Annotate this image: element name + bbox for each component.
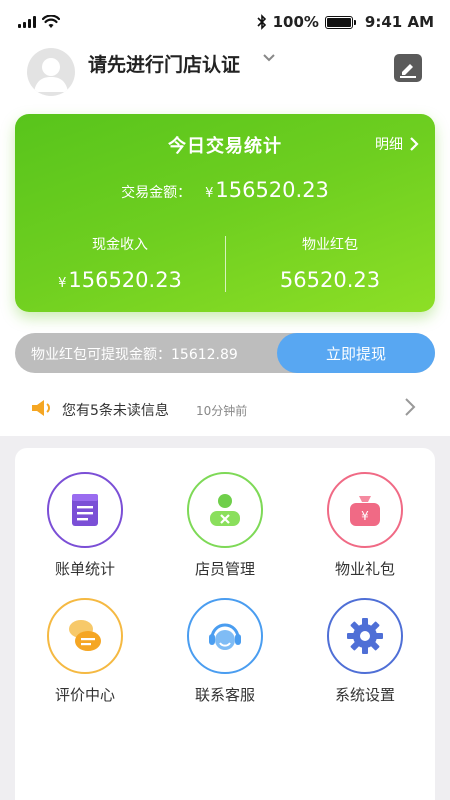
cash-income-column: 现金收入 ¥156520.23 [15,234,225,292]
user-icon [34,58,68,92]
redpacket-label: 物业红包 [302,237,358,253]
chevron-right-icon[interactable] [404,396,416,418]
detail-label: 明细 [375,137,403,153]
redpacket-value: 56520.23 [279,268,381,292]
headset-icon [187,598,263,674]
status-time: 9:41 AM [364,13,434,31]
notice-time: 10分钟前 [196,404,248,418]
svg-text:¥: ¥ [361,509,369,523]
grid-label: 联系客服 [194,686,255,704]
total-label: 交易金额： [121,185,192,201]
currency-symbol: ¥ [205,186,214,201]
cash-label: 现金收入 [92,237,148,253]
status-right: 100% 9:41 AM [257,13,434,31]
total-amount-row: 交易金额： ¥156520.23 [15,178,435,202]
withdraw-bar: 物业红包可提现金额：15612.89 立即提现 [15,333,435,373]
redpacket-column: 物业红包 56520.23 [225,234,435,292]
gear-icon [327,598,403,674]
function-grid: 账单统计 店员管理 ¥ 物业礼包 评价中心 联系客服 系统设置 [15,448,435,800]
status-bar: 100% 9:41 AM [0,0,450,44]
store-title[interactable]: 请先进行门店认证 [88,50,240,77]
chat-icon [47,598,123,674]
detail-link[interactable]: 明细 [375,134,419,154]
stats-card: 今日交易统计 明细 交易金额： ¥156520.23 现金收入 ¥156520.… [15,114,435,312]
edit-button[interactable] [394,54,422,82]
battery-icon [324,15,356,29]
currency-symbol: ¥ [58,276,67,291]
grid-item-system-settings[interactable]: 系统设置 [295,574,435,704]
card-title: 今日交易统计 [168,136,282,157]
bill-icon [47,472,123,548]
withdrawable-amount: 物业红包可提现金额：15612.89 [31,347,238,363]
chevron-down-icon[interactable] [262,52,276,66]
grid-item-staff-management[interactable]: 店员管理 [155,448,295,578]
notice-text: 您有5条未读信息 [62,403,169,419]
notice-row[interactable]: 您有5条未读信息 10分钟前 [0,388,450,432]
grid-label: 评价中心 [54,686,115,704]
grid-item-customer-service[interactable]: 联系客服 [155,574,295,704]
edit-icon [400,64,416,78]
header: 请先进行门店认证 [0,44,450,100]
grid-item-review-center[interactable]: 评价中心 [15,574,155,704]
speaker-icon [32,400,50,416]
battery-percent: 100% [272,13,319,31]
chevron-right-icon [410,137,419,151]
signal-icon [18,16,36,28]
cash-value: ¥156520.23 [15,268,225,292]
total-value: ¥156520.23 [205,178,329,202]
grid-item-property-gift[interactable]: ¥ 物业礼包 [295,448,435,578]
total-amount: 156520.23 [215,178,329,202]
grid-label: 系统设置 [334,686,395,704]
withdraw-button[interactable]: 立即提现 [277,333,435,373]
gift-bag-icon: ¥ [327,472,403,548]
cash-amount: 156520.23 [68,268,182,292]
status-left [18,15,60,29]
bluetooth-icon [257,14,266,30]
grid-item-bill-stats[interactable]: 账单统计 [15,448,155,578]
wifi-icon [42,15,60,28]
avatar[interactable] [27,48,75,96]
staff-icon [187,472,263,548]
